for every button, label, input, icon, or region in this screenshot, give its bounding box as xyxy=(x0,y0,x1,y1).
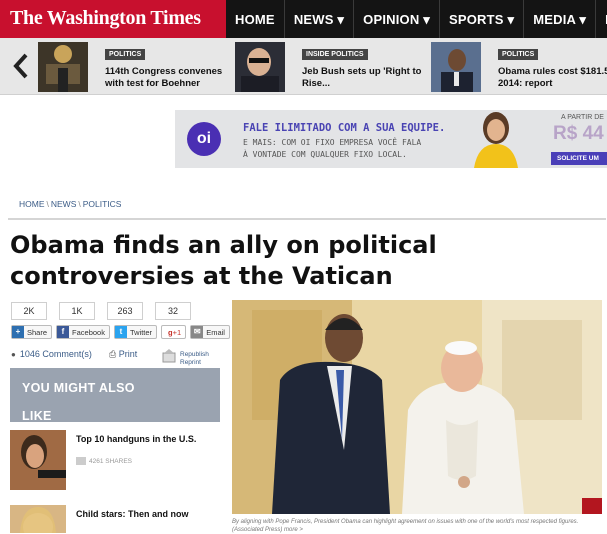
share-count: 263 xyxy=(107,302,143,320)
related-thumbnail xyxy=(10,430,66,490)
teaser-item[interactable]: POLITICS Obama rules cost $181.5E 2014: … xyxy=(431,42,607,92)
related-item[interactable]: Child stars: Then and now xyxy=(10,505,225,533)
teaser-tag: POLITICS xyxy=(498,49,539,60)
teaser-thumbnail xyxy=(431,42,481,92)
teaser-tag: INSIDE POLITICS xyxy=(302,49,368,60)
teaser-title: Obama rules cost $181.5E 2014: report xyxy=(498,66,607,89)
share-count: 2K xyxy=(11,302,47,320)
ad-text-line: E MAIS: COM OI FIXO EMPRESA VOCÊ FALA xyxy=(243,138,422,147)
teaser-item[interactable]: INSIDE POLITICS Jeb Bush sets up 'Right … xyxy=(235,42,425,92)
google-plus-button[interactable]: g +1 xyxy=(161,325,187,339)
breadcrumb-news[interactable]: NEWS xyxy=(51,199,77,209)
ad-price-label: A PARTIR DE xyxy=(561,114,604,121)
nav-sports[interactable]: SPORTS ▾ xyxy=(440,0,525,38)
republish-icon xyxy=(162,349,176,363)
divider xyxy=(8,218,606,220)
teaser-title: Jeb Bush sets up 'Right to Rise... xyxy=(302,66,422,89)
related-heading: YOU MIGHT ALSO LIKE xyxy=(10,368,220,423)
nav-markets[interactable]: MARK xyxy=(596,0,607,38)
linkedin-share-button[interactable]: + Share xyxy=(11,325,53,339)
share-count: 1K xyxy=(59,302,95,320)
teaser-thumbnail xyxy=(38,42,88,92)
teaser-title: 114th Congress convenes with test for Bo… xyxy=(105,66,223,89)
teaser-thumbnail xyxy=(235,42,285,92)
facebook-share-button[interactable]: f Facebook xyxy=(56,325,110,339)
ad-headline: FALE ILIMITADO COM A SUA EQUIPE. xyxy=(243,122,446,134)
photo-caption: By aligning with Pope Francis, President… xyxy=(232,519,579,533)
top-navbar: The Washington Times HOME NEWS ▾ OPINION… xyxy=(0,0,607,38)
teaser-tag: POLITICS xyxy=(105,49,146,60)
print-icon: ⎙ xyxy=(109,349,117,359)
comments-link[interactable]: ● 1046 Comment(s) xyxy=(11,349,92,359)
nav-media[interactable]: MEDIA ▾ xyxy=(524,0,597,38)
breadcrumb-politics[interactable]: POLITICS xyxy=(83,199,122,209)
main-nav: HOME NEWS ▾ OPINION ▾ SPORTS ▾ MEDIA ▾ M… xyxy=(226,0,607,38)
ad-price: R$ 44 xyxy=(553,123,604,144)
ad-logo: oi xyxy=(187,122,221,156)
email-icon: ✉ xyxy=(191,326,204,338)
chevron-left-icon[interactable] xyxy=(11,52,33,80)
breadcrumb-home[interactable]: HOME xyxy=(19,199,45,209)
teaser-item[interactable]: POLITICS 114th Congress convenes with te… xyxy=(38,42,223,92)
related-item[interactable]: Top 10 handguns in the U.S. 4261 SHARES xyxy=(10,430,225,490)
related-thumbnail xyxy=(10,505,66,533)
headline-carousel: POLITICS 114th Congress convenes with te… xyxy=(0,38,607,95)
share-count: 32 xyxy=(155,302,191,320)
ad-banner[interactable]: oi FALE ILIMITADO COM A SUA EQUIPE. E MA… xyxy=(175,110,607,168)
twitter-icon: t xyxy=(114,326,127,338)
article-headline: Obama finds an ally on political controv… xyxy=(10,231,437,290)
share-icon: + xyxy=(12,326,24,338)
breadcrumb: HOME \ NEWS \ POLITICS xyxy=(19,199,122,209)
site-logo[interactable]: The Washington Times xyxy=(0,0,226,38)
print-link[interactable]: ⎙ Print xyxy=(109,349,137,360)
comment-icon: ● xyxy=(11,349,16,359)
twitter-share-button[interactable]: t Twitter xyxy=(113,325,158,339)
email-share-button[interactable]: ✉ Email xyxy=(190,325,230,339)
share-count-icon xyxy=(76,457,86,465)
facebook-icon: f xyxy=(57,326,70,338)
related-title: Child stars: Then and now xyxy=(76,509,189,519)
article-photo[interactable] xyxy=(232,300,602,514)
photo-gallery-icon[interactable] xyxy=(582,498,602,514)
nav-opinion[interactable]: OPINION ▾ xyxy=(354,0,440,38)
ad-text-line: À VONTADE COM QUALQUER FIXO LOCAL. xyxy=(243,150,407,159)
share-counts: 2K 1K 263 32 xyxy=(11,302,191,320)
nav-home[interactable]: HOME xyxy=(226,0,285,38)
related-shares: 4261 SHARES xyxy=(76,457,132,465)
related-title: Top 10 handguns in the U.S. xyxy=(76,434,197,444)
share-buttons: + Share f Facebook t Twitter g +1 ✉ Email xyxy=(11,325,230,339)
ad-model-image xyxy=(474,112,518,168)
nav-news[interactable]: NEWS ▾ xyxy=(285,0,355,38)
ad-cta-button[interactable]: SOLICITE UM xyxy=(551,152,607,165)
